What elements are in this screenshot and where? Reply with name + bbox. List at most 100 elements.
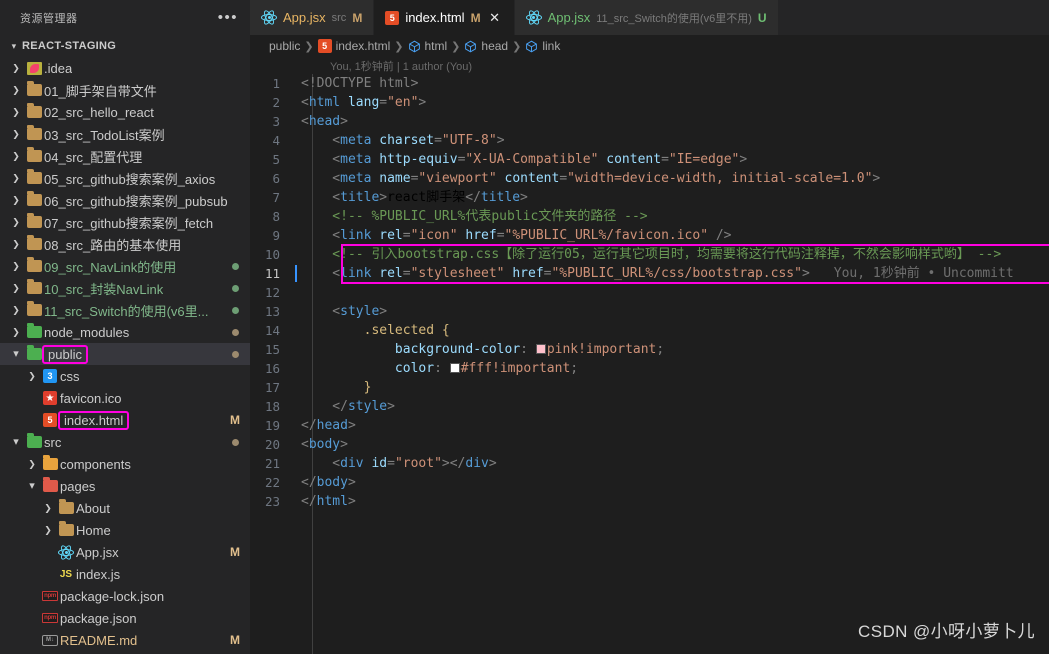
code-line[interactable]: 21 <div id="root"></div> — [250, 454, 1049, 473]
editor-tab-appjsx-0[interactable]: App.jsx src M — [250, 0, 375, 35]
code-line[interactable]: 9 <link rel="icon" href="%PUBLIC_URL%/fa… — [250, 226, 1049, 245]
chevron-right-icon[interactable]: ❯ — [8, 145, 24, 167]
tree-item-index.html[interactable]: 5 index.html M — [0, 409, 250, 431]
code-line[interactable]: 16 color: #fff!important; — [250, 359, 1049, 378]
code-line[interactable]: 12 — [250, 283, 1049, 302]
tree-item-01_[interactable]: ❯ 01_脚手架自带文件 — [0, 79, 250, 101]
tree-item-components[interactable]: ❯ components — [0, 453, 250, 475]
breadcrumb-item-indexhtml[interactable]: 5 index.html — [317, 39, 390, 53]
tab-label: index.html — [405, 10, 465, 25]
tree-item-label: 02_src_hello_react — [44, 104, 154, 120]
code-line[interactable]: 22 </body> — [250, 473, 1049, 492]
tab-description: 11_src_Switch的使用(v6里不用) — [596, 12, 752, 25]
chevron-right-icon[interactable]: ❯ — [8, 211, 24, 233]
file-tree[interactable]: ❯ .idea ❯ 01_脚手架自带文件 ❯ 02_src_hello_react ❯ 03_… — [0, 57, 250, 654]
code-line[interactable]: 1 <!DOCTYPE html> — [250, 74, 1049, 93]
code-line[interactable]: 14 .selected { — [250, 321, 1049, 340]
code-editor[interactable]: 1 <!DOCTYPE html> 2 <html lang="en"> 3 <head>… — [250, 74, 1049, 654]
tree-item-04_src_[interactable]: ❯ 04_src_配置代理 — [0, 145, 250, 167]
tree-item-packagelock.json[interactable]: npm package-lock.json — [0, 585, 250, 607]
code-line[interactable]: 13 <style> — [250, 302, 1049, 321]
chevron-right-icon[interactable]: ❯ — [8, 321, 24, 343]
chevron-right-icon[interactable]: ❯ — [8, 57, 24, 79]
tree-item-public[interactable]: ▾ public — [0, 343, 250, 365]
chevron-down-icon[interactable]: ▾ — [24, 475, 40, 497]
chevron-right-icon[interactable]: ❯ — [8, 299, 24, 321]
tree-item-10_src_navlink[interactable]: ❯ 10_src_封装NavLink — [0, 277, 250, 299]
code-line[interactable]: 5 <meta http-equiv="X-UA-Compatible" con… — [250, 150, 1049, 169]
editor-tab-bar[interactable]: App.jsx src M 5 index.html M ✕ App.jsx 11_src_Sw… — [250, 0, 1049, 35]
chevron-down-icon[interactable]: ▾ — [8, 431, 24, 453]
code-line[interactable]: 3 <head> — [250, 112, 1049, 131]
tree-item-home[interactable]: ❯ Home — [0, 519, 250, 541]
code-line[interactable]: 6 <meta name="viewport" content="width=d… — [250, 169, 1049, 188]
breadcrumb[interactable]: public ❯ 5 index.html ❯ html ❯ head ❯ link — [250, 35, 1049, 57]
code-line[interactable]: 4 <meta charset="UTF-8"> — [250, 131, 1049, 150]
code-line[interactable]: 18 </style> — [250, 397, 1049, 416]
tree-item-node_modules[interactable]: ❯ node_modules — [0, 321, 250, 343]
code-line[interactable]: 7 <title>react脚手架</title> — [250, 188, 1049, 207]
chevron-right-icon[interactable]: ❯ — [8, 277, 24, 299]
tree-item-06_src_github_pubsub[interactable]: ❯ 06_src_github搜索案例_pubsub — [0, 189, 250, 211]
folder-icon — [26, 103, 42, 118]
breadcrumb-item-link[interactable]: link — [525, 39, 560, 53]
code-line[interactable]: 2 <html lang="en"> — [250, 93, 1049, 112]
git-status-dot — [232, 263, 239, 270]
code-line[interactable]: 23 </html> — [250, 492, 1049, 511]
tree-item-src[interactable]: ▾ src — [0, 431, 250, 453]
code-line[interactable]: 19 </head> — [250, 416, 1049, 435]
chevron-right-icon[interactable]: ❯ — [8, 233, 24, 255]
tree-item-03_src_todolist[interactable]: ❯ 03_src_TodoList案例 — [0, 123, 250, 145]
watermark: CSDN @小呀小萝卜儿 — [858, 622, 1035, 641]
react-icon — [58, 543, 74, 561]
tree-item-package.json[interactable]: npm package.json — [0, 607, 250, 629]
chevron-right-icon[interactable]: ❯ — [8, 255, 24, 277]
tree-item-css[interactable]: ❯ 3 css — [0, 365, 250, 387]
breadcrumb-item-public[interactable]: public — [269, 39, 300, 53]
chevron-right-icon[interactable]: ❯ — [8, 79, 24, 101]
line-number: 22 — [264, 475, 280, 490]
code-line[interactable]: 11 <link rel="stylesheet" href="%PUBLIC_… — [250, 264, 1049, 283]
tree-item-favicon.ico[interactable]: ★ favicon.ico — [0, 387, 250, 409]
chevron-right-icon[interactable]: ❯ — [8, 101, 24, 123]
tree-item-07_src_github_fetch[interactable]: ❯ 07_src_github搜索案例_fetch — [0, 211, 250, 233]
tree-item-pages[interactable]: ▾ pages — [0, 475, 250, 497]
chevron-down-icon[interactable]: ▾ — [6, 35, 22, 57]
chevron-right-icon[interactable]: ❯ — [8, 189, 24, 211]
more-actions-icon[interactable]: ••• — [218, 10, 238, 25]
tree-item-08_src_[interactable]: ❯ 08_src_路由的基本使用 — [0, 233, 250, 255]
tree-item-11_src_switchv6...[interactable]: ❯ 11_src_Switch的使用(v6里... — [0, 299, 250, 321]
line-number: 1 — [272, 76, 280, 91]
workspace-root-header[interactable]: ▾ REACT-STAGING — [0, 35, 250, 57]
breadcrumb-item-head[interactable]: head — [464, 39, 508, 53]
breadcrumb-separator-icon: ❯ — [394, 40, 404, 53]
git-status-dot — [232, 329, 239, 336]
tree-item-index.js[interactable]: JS index.js — [0, 563, 250, 585]
editor-tab-indexhtml-1[interactable]: 5 index.html M ✕ — [374, 0, 515, 35]
code-line[interactable]: 8 <!-- %PUBLIC_URL%代表public文件夹的路径 --> — [250, 207, 1049, 226]
code-line[interactable]: 10 <!-- 引入bootstrap.css【除了运行05，运行其它项目时，均… — [250, 245, 1049, 264]
code-line[interactable]: 20 <body> — [250, 435, 1049, 454]
tree-item-readme.md[interactable]: M↓ README.md M — [0, 629, 250, 651]
close-icon[interactable]: ✕ — [487, 10, 503, 25]
code-line[interactable]: 15 background-color: pink!important; — [250, 340, 1049, 359]
tree-item-.idea[interactable]: ❯ .idea — [0, 57, 250, 79]
chevron-right-icon[interactable]: ❯ — [40, 497, 56, 519]
tree-item-05_src_github_axios[interactable]: ❯ 05_src_github搜索案例_axios — [0, 167, 250, 189]
code-text: <title>react脚手架</title> — [301, 190, 528, 205]
tree-item-02_src_hello_react[interactable]: ❯ 02_src_hello_react — [0, 101, 250, 123]
chevron-right-icon[interactable]: ❯ — [8, 167, 24, 189]
tree-item-about[interactable]: ❯ About — [0, 497, 250, 519]
chevron-right-icon[interactable]: ❯ — [8, 123, 24, 145]
tree-item-label: package.json — [60, 610, 137, 626]
folder-icon — [58, 521, 74, 536]
chevron-down-icon[interactable]: ▾ — [8, 343, 24, 365]
chevron-right-icon[interactable]: ❯ — [24, 365, 40, 387]
chevron-right-icon[interactable]: ❯ — [24, 453, 40, 475]
tree-item-app.jsx[interactable]: App.jsx M — [0, 541, 250, 563]
breadcrumb-item-html[interactable]: html — [408, 39, 447, 53]
editor-tab-appjsx-2[interactable]: App.jsx 11_src_Switch的使用(v6里不用) U — [514, 0, 779, 35]
code-line[interactable]: 17 } — [250, 378, 1049, 397]
chevron-right-icon[interactable]: ❯ — [40, 519, 56, 541]
tree-item-09_src_navlink[interactable]: ❯ 09_src_NavLink的使用 — [0, 255, 250, 277]
